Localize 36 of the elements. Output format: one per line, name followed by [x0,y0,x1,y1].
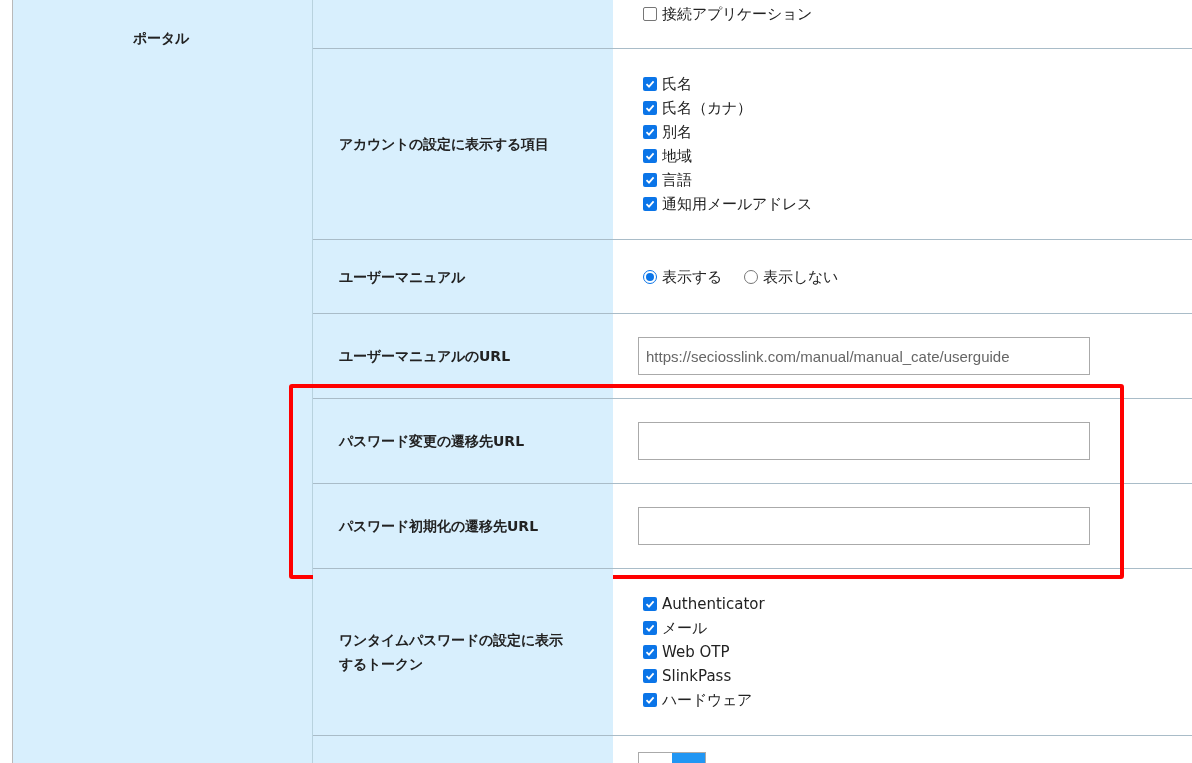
checkbox-label: 地域 [662,146,692,167]
radio-label: 表示する [662,266,722,288]
checkbox-label: 接続アプリケーション [662,4,812,25]
checkbox-label: 氏名（カナ） [662,98,752,119]
checkbox[interactable] [643,101,657,115]
setting-label: ワンタイムパスワードの設定に表示するトークン [339,631,564,674]
checkbox[interactable] [643,645,657,659]
url-input-field[interactable] [638,422,1090,460]
url-input-field[interactable] [638,507,1090,545]
checkbox[interactable] [643,197,657,211]
radio-label: 表示しない [763,266,838,288]
checkbox-label: Authenticator [662,594,765,615]
setting-label: パスワード変更の遷移先URL [339,432,525,451]
section-title: ポータル [132,29,190,48]
setting-label: ユーザーマニュアル [339,267,465,287]
checkbox[interactable] [643,7,657,21]
setting-label: アカウントの設定に表示する項目 [339,135,549,154]
checkbox[interactable] [643,77,657,91]
checkbox[interactable] [643,669,657,683]
checkbox[interactable] [643,621,657,635]
checkbox-label: SlinkPass [662,666,732,687]
checkbox-label: 氏名 [662,74,692,95]
checkbox-label: Web OTP [662,642,730,663]
checkbox-label: 通知用メールアドレス [662,194,812,215]
checkbox-label: ハードウェア [662,690,752,711]
setting-label: ユーザーマニュアルのURL [339,347,511,366]
checkbox[interactable] [643,149,657,163]
setting-label: パスワード初期化の遷移先URL [339,517,539,536]
url-input-field[interactable]: https://seciosslink.com/manual/manual_cate/userguide [638,337,1090,375]
checkbox-label: 言語 [662,170,692,191]
checkbox-label: メール [662,618,707,639]
checkbox[interactable] [643,693,657,707]
checkbox[interactable] [643,125,657,139]
checkbox[interactable] [643,597,657,611]
checkbox[interactable] [643,173,657,187]
checkbox-label: 別名 [662,122,692,143]
